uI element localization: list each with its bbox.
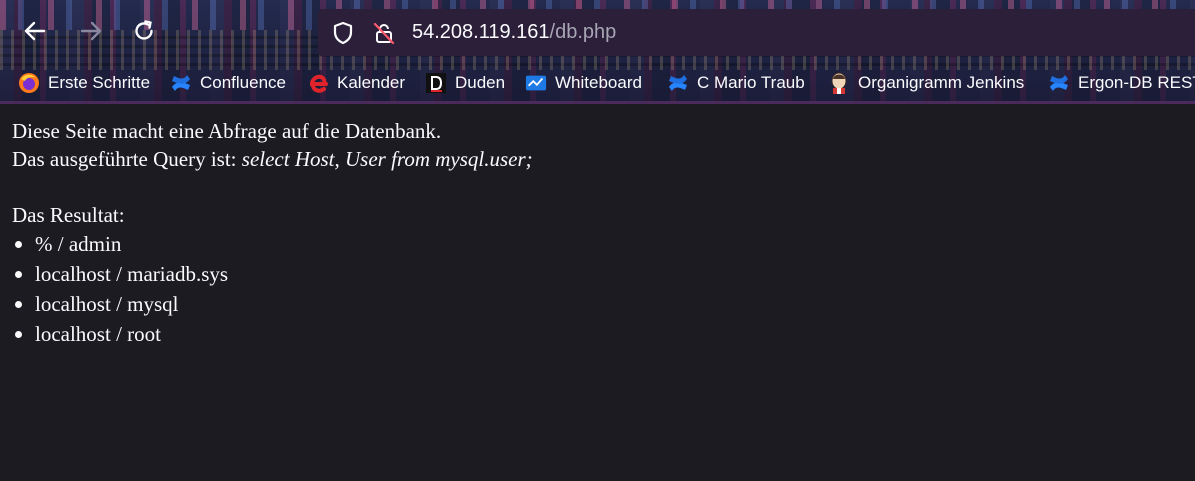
whiteboard-icon [525, 72, 547, 94]
bookmark-label: Whiteboard [555, 73, 642, 92]
list-item: localhost / mysql [12, 289, 1182, 319]
bookmark-kalender[interactable]: Kalender [307, 70, 405, 96]
address-bar[interactable]: 54.208.119.161/db.php [318, 9, 1195, 56]
toolbar-divider [0, 101, 1195, 104]
url-path: /db.php [549, 21, 617, 43]
result-heading: Das Resultat: [12, 203, 125, 227]
query-label: Das ausgeführte Query ist: [12, 147, 242, 171]
intro-text: Diese Seite macht eine Abfrage auf die D… [12, 119, 442, 143]
bookmark-label: C Mario Traub [697, 73, 805, 92]
reload-icon [135, 20, 153, 40]
page-content: Diese Seite macht eine Abfrage auf die D… [12, 117, 1182, 349]
arrow-right-icon [80, 21, 102, 41]
arrow-left-icon [24, 21, 46, 41]
bookmark-duden[interactable]: Duden [425, 70, 505, 96]
bookmarks-toolbar: Erste Schritte Confluence Kalender Duden… [0, 66, 1195, 100]
confluence-icon [667, 72, 689, 94]
e-icon [307, 72, 329, 94]
bookmark-label: Ergon-DB REST [1078, 73, 1195, 92]
bookmark-erste-schritte[interactable]: Erste Schritte [18, 70, 150, 96]
bookmark-confluence[interactable]: Confluence [170, 70, 286, 96]
reload-button[interactable] [131, 18, 157, 44]
duden-icon [425, 72, 447, 94]
list-item: localhost / root [12, 319, 1182, 349]
browser-toolbar: 54.208.119.161/db.php Erste Schritte Con… [0, 0, 1195, 103]
confluence-icon [1048, 72, 1070, 94]
query-text: select Host, User from mysql.user; [241, 147, 533, 171]
bookmark-whiteboard[interactable]: Whiteboard [525, 70, 642, 96]
bookmark-organigramm-jenkins[interactable]: Organigramm Jenkins [828, 70, 1024, 96]
bookmark-label: Duden [455, 73, 506, 92]
forward-button[interactable] [78, 18, 104, 44]
bookmark-label: Kalender [337, 73, 406, 92]
jenkins-icon [828, 72, 850, 94]
url-text[interactable]: 54.208.119.161/db.php [412, 20, 616, 44]
query-line: Das ausgeführte Query ist: select Host, … [12, 145, 1182, 173]
firefox-icon [18, 72, 40, 94]
bookmark-label: Erste Schritte [48, 73, 151, 92]
confluence-icon [170, 72, 192, 94]
back-button[interactable] [22, 18, 48, 44]
result-list: % / admin localhost / mariadb.sys localh… [12, 229, 1182, 349]
url-host: 54.208.119.161 [412, 21, 550, 43]
bookmark-c-mario-traub[interactable]: C Mario Traub [667, 70, 805, 96]
list-item: % / admin [12, 229, 1182, 259]
list-item: localhost / mariadb.sys [12, 259, 1182, 289]
bookmark-label: Confluence [200, 73, 287, 92]
bookmark-label: Organigramm Jenkins [858, 73, 1025, 92]
tracking-protection-shield-icon[interactable] [332, 21, 354, 50]
bookmark-ergon-db-rest[interactable]: Ergon-DB REST [1048, 70, 1195, 96]
insecure-lock-icon[interactable] [372, 21, 396, 50]
